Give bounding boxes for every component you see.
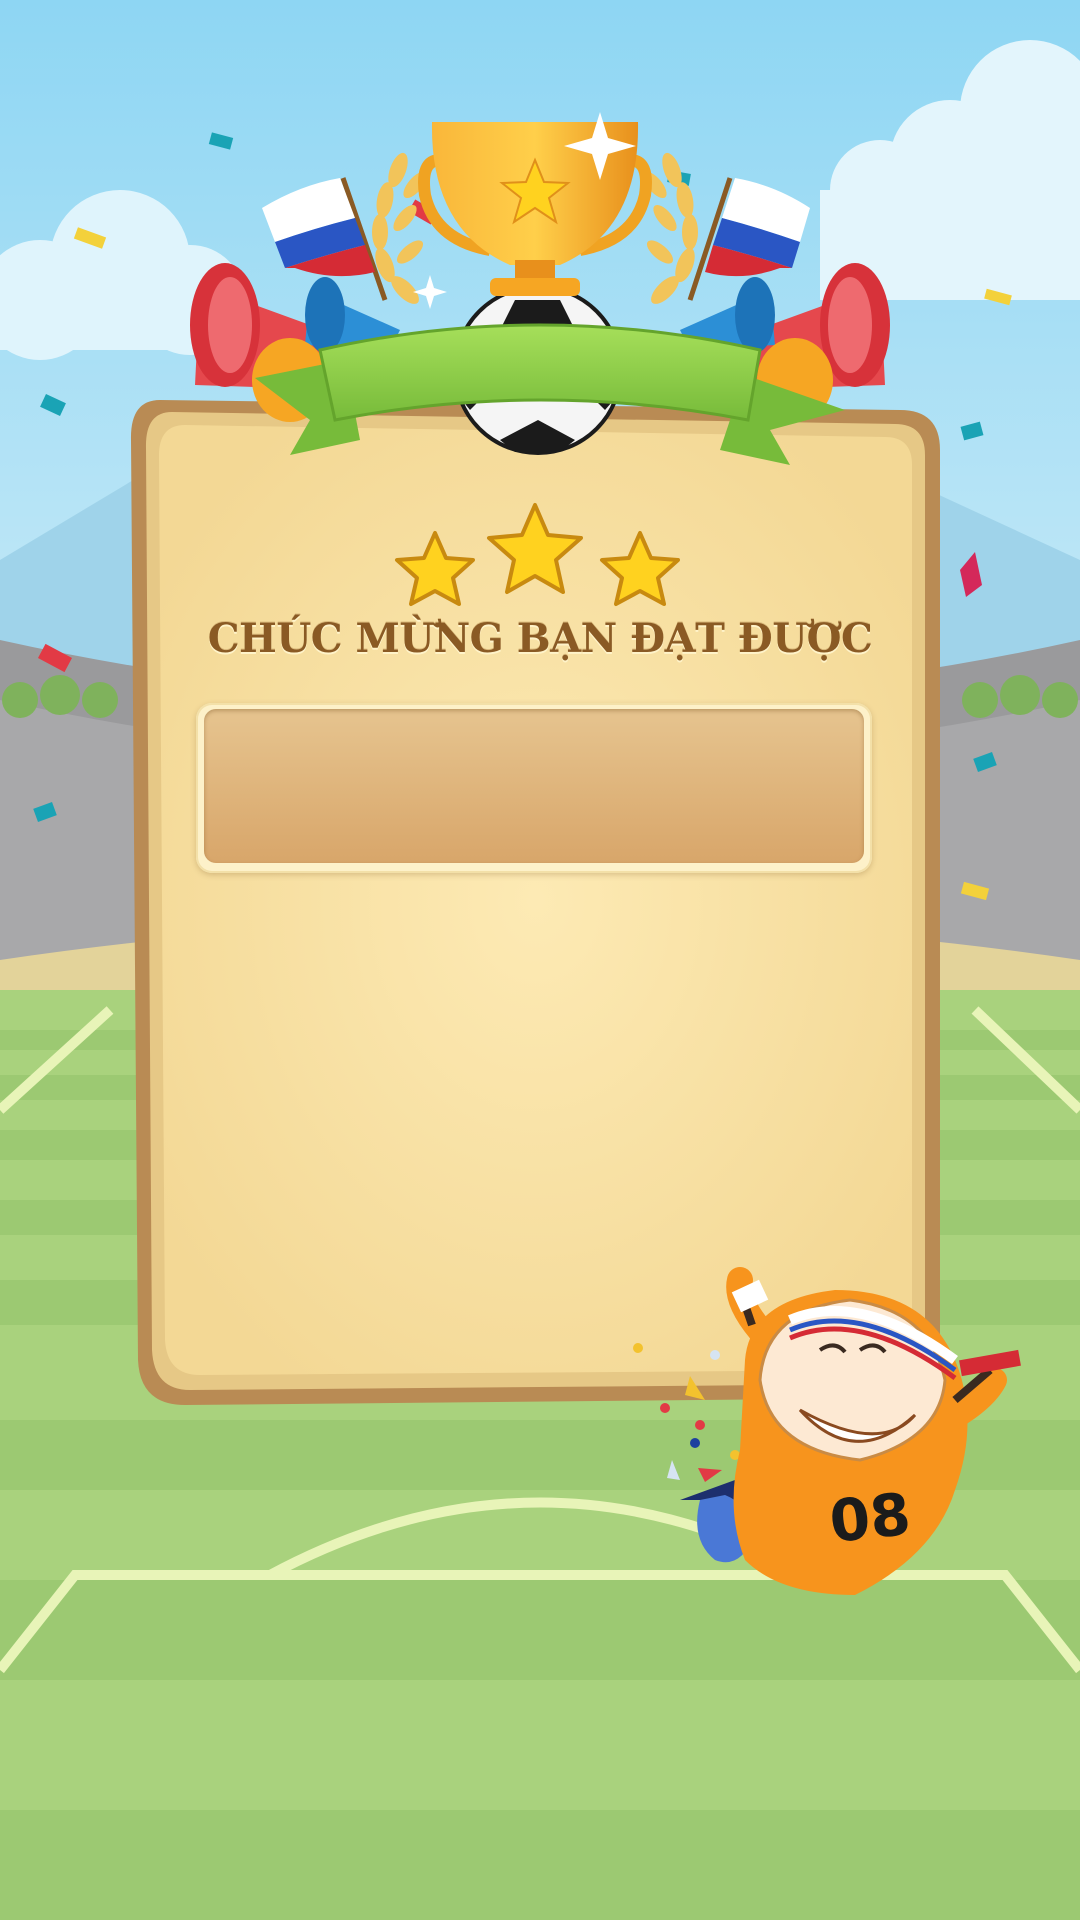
reward-box bbox=[196, 703, 872, 873]
congrats-title: CHÚC MỪNG BẠN ĐẠT ĐƯỢC bbox=[207, 615, 873, 662]
jersey-number: 08 bbox=[826, 1480, 913, 1556]
reward-box-inner bbox=[204, 709, 864, 863]
background-scene: 08 bbox=[0, 0, 1080, 1920]
